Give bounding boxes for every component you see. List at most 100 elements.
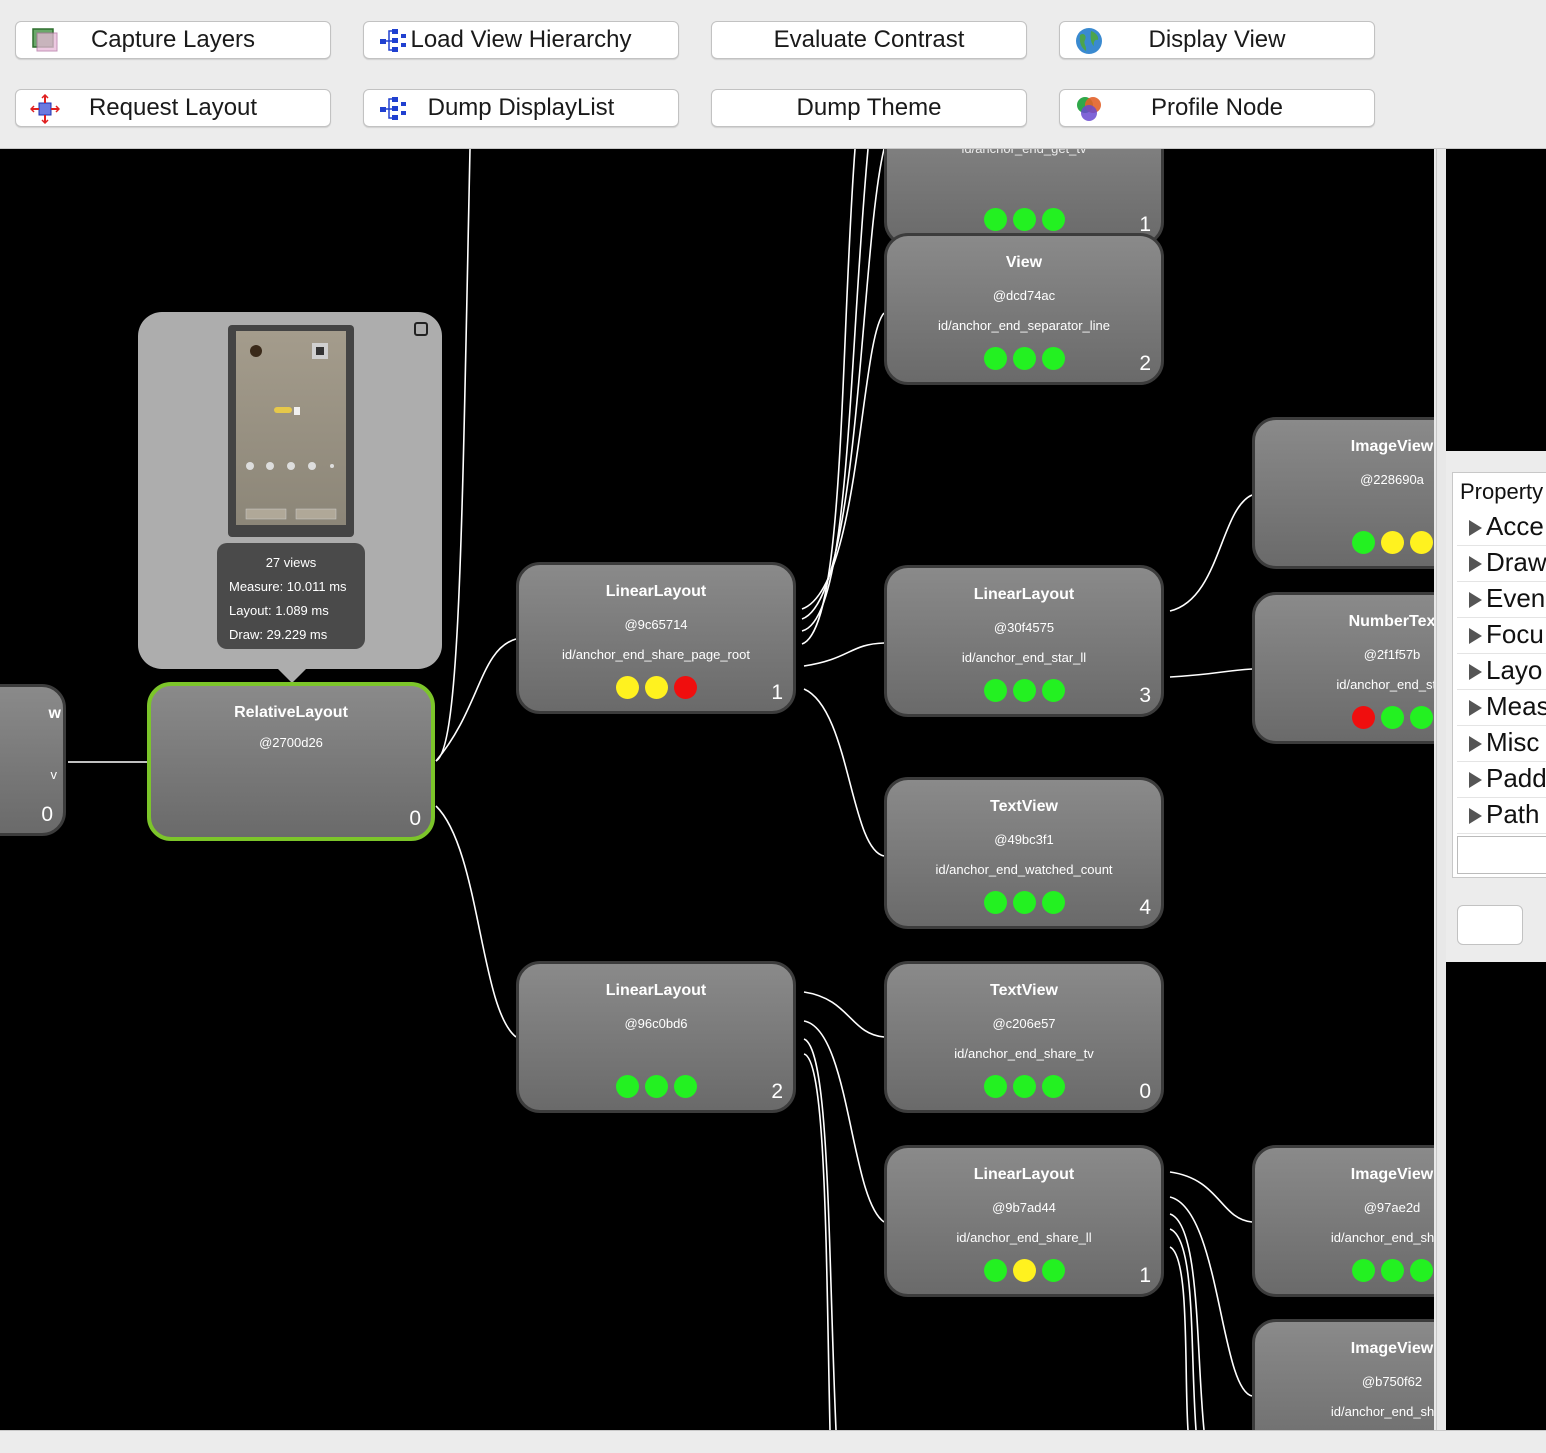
capture-layers-label: Capture Layers <box>90 26 256 53</box>
property-filter-input[interactable] <box>1457 836 1546 874</box>
expand-triangle-icon[interactable] <box>1469 592 1482 609</box>
performance-indicators <box>519 1075 793 1098</box>
tooltip-pointer <box>278 669 306 683</box>
expand-triangle-icon[interactable] <box>1469 772 1482 789</box>
property-group-row[interactable]: Focu <box>1457 619 1546 654</box>
evaluate-contrast-label: Evaluate Contrast <box>773 26 965 53</box>
tree-node-ll1[interactable]: LinearLayout @9c65714 id/anchor_end_share_… <box>516 562 796 714</box>
layout-preview-panel <box>1446 149 1546 451</box>
node-title: View <box>1005 254 1043 271</box>
property-group-row[interactable]: Even <box>1457 583 1546 618</box>
tree-node-selected[interactable]: RelativeLayout @2700d26 0 <box>147 682 435 841</box>
property-group-row[interactable]: Draw <box>1457 547 1546 582</box>
property-group-row[interactable]: Meas <box>1457 691 1546 726</box>
node-hash: @dcd74ac <box>992 288 1056 303</box>
expand-preview-icon[interactable] <box>414 322 428 336</box>
expand-triangle-icon[interactable] <box>1469 628 1482 645</box>
node-title: LinearLayout <box>973 586 1075 603</box>
node-preview-tooltip: 27 views Measure: 10.011 ms Layout: 1.08… <box>138 312 442 683</box>
property-group-row[interactable]: Padd <box>1457 763 1546 798</box>
views-count: 27 views <box>265 555 317 570</box>
view-hierarchy-canvas[interactable]: w v 0 27 views Measure: 10.011 ms Layout… <box>0 149 1434 1430</box>
tree-node-tv_watched[interactable]: TextView @49bc3f1 id/anchor_end_watched_co… <box>884 777 1164 929</box>
green-indicator-dot <box>1012 1075 1036 1098</box>
layout-time: Layout: 1.089 ms <box>229 603 329 618</box>
globe-icon <box>1076 28 1102 54</box>
expand-triangle-icon[interactable] <box>1469 700 1482 717</box>
property-group-label: Draw <box>1486 547 1546 577</box>
display-view-button[interactable]: Display View <box>1059 21 1375 59</box>
panel-splitter[interactable] <box>1434 149 1446 1430</box>
green-indicator-dot <box>644 1075 668 1098</box>
green-indicator-dot <box>1380 706 1404 729</box>
yellow-indicator-dot <box>644 676 668 699</box>
node-id: id/anchor_end_share_ll <box>956 1230 1092 1245</box>
green-indicator-dot <box>983 1075 1007 1098</box>
green-indicator-dot <box>1351 531 1375 554</box>
preview-screen <box>236 331 346 525</box>
node-id: id/anchor_end_get_tv <box>887 149 1161 156</box>
request-layout-label: Request Layout <box>88 94 258 121</box>
expand-triangle-icon[interactable] <box>1469 664 1482 681</box>
tree-node-tv_share[interactable]: TextView @c206e57 id/anchor_end_share_tv 0 <box>884 961 1164 1113</box>
display-view-label: Display View <box>1148 26 1286 53</box>
node-title: NumberTex <box>1348 613 1434 630</box>
node-id: id/anchor_end_share <box>1330 1404 1434 1419</box>
tree-node-ll_star[interactable]: LinearLayout @30f4575 id/anchor_end_star_l… <box>884 565 1164 717</box>
green-indicator-dot <box>1012 347 1036 370</box>
tree-node-ntv[interactable]: NumberTex @2f1f57b id/anchor_end_star <box>1252 592 1434 744</box>
expand-triangle-icon[interactable] <box>1469 808 1482 825</box>
green-indicator-dot <box>1041 1075 1065 1098</box>
expand-triangle-icon[interactable] <box>1469 520 1482 537</box>
property-group-label: Focu <box>1486 619 1544 649</box>
performance-indicators <box>519 676 793 699</box>
tree-node-iv3[interactable]: ImageView @b750f62 id/anchor_end_share <box>1252 1319 1434 1430</box>
property-group-row[interactable]: Layo <box>1457 655 1546 690</box>
node-count: 0 <box>409 807 421 830</box>
property-group-label: Misc <box>1486 727 1540 757</box>
node-hash: @30f4575 <box>993 620 1055 635</box>
draw-time: Draw: 29.229 ms <box>229 627 328 642</box>
load-view-hierarchy-label: Load View Hierarchy <box>410 26 632 53</box>
green-indicator-dot <box>1012 679 1036 702</box>
property-group-row[interactable]: Path <box>1457 799 1546 834</box>
dump-theme-button[interactable]: Dump Theme <box>711 89 1027 127</box>
green-indicator-dot <box>983 347 1007 370</box>
toolbar: Capture Layers Load View Hierarchy Evalu… <box>0 0 1546 149</box>
hierarchy-icon <box>380 97 406 120</box>
node-count: 0 <box>41 803 53 826</box>
property-group-label: Path <box>1486 799 1540 829</box>
tree-node-iv2[interactable]: ImageView @97ae2d id/anchor_end_share <box>1252 1145 1434 1297</box>
green-indicator-dot <box>983 1259 1007 1282</box>
request-layout-button[interactable]: Request Layout <box>15 89 331 127</box>
tree-node-partial[interactable]: w v 0 <box>0 684 66 836</box>
performance-indicators <box>1255 706 1434 729</box>
request-layout-icon <box>30 94 60 124</box>
tree-node-top[interactable]: id/anchor_end_get_tv1 <box>884 149 1164 246</box>
property-group-row[interactable]: Acce <box>1457 511 1546 546</box>
tree-node-ll_share[interactable]: LinearLayout @9b7ad44 id/anchor_end_share_… <box>884 1145 1164 1297</box>
node-hash: @9c65714 <box>624 617 688 632</box>
performance-indicators <box>887 891 1161 914</box>
node-id: id/anchor_end_star <box>1336 677 1434 692</box>
capture-layers-button[interactable]: Capture Layers <box>15 21 331 59</box>
node-id: id/anchor_end_share_tv <box>954 1046 1094 1061</box>
tree-node-ll2[interactable]: LinearLayout @96c0bd6 2 <box>516 961 796 1113</box>
property-group-row[interactable]: Misc <box>1457 727 1546 762</box>
status-bar <box>0 1430 1546 1453</box>
expand-triangle-icon[interactable] <box>1469 736 1482 753</box>
dump-displaylist-label: Dump DisplayList <box>427 94 615 121</box>
tree-node-iv1[interactable]: ImageView @228690a <box>1252 417 1434 569</box>
load-view-hierarchy-button[interactable]: Load View Hierarchy <box>363 21 679 59</box>
node-hash: @c206e57 <box>992 1016 1056 1031</box>
properties-action-button[interactable] <box>1457 905 1523 945</box>
green-indicator-dot <box>615 1075 639 1098</box>
tree-node-view[interactable]: View @dcd74ac id/anchor_end_separator_line… <box>884 233 1164 385</box>
expand-triangle-icon[interactable] <box>1469 556 1482 573</box>
green-indicator-dot <box>1409 706 1433 729</box>
evaluate-contrast-button[interactable]: Evaluate Contrast <box>711 21 1027 59</box>
tree-overview-panel <box>1446 962 1546 1430</box>
profile-node-button[interactable]: Profile Node <box>1059 89 1375 127</box>
dump-displaylist-button[interactable]: Dump DisplayList <box>363 89 679 127</box>
node-hash: @9b7ad44 <box>992 1200 1056 1215</box>
